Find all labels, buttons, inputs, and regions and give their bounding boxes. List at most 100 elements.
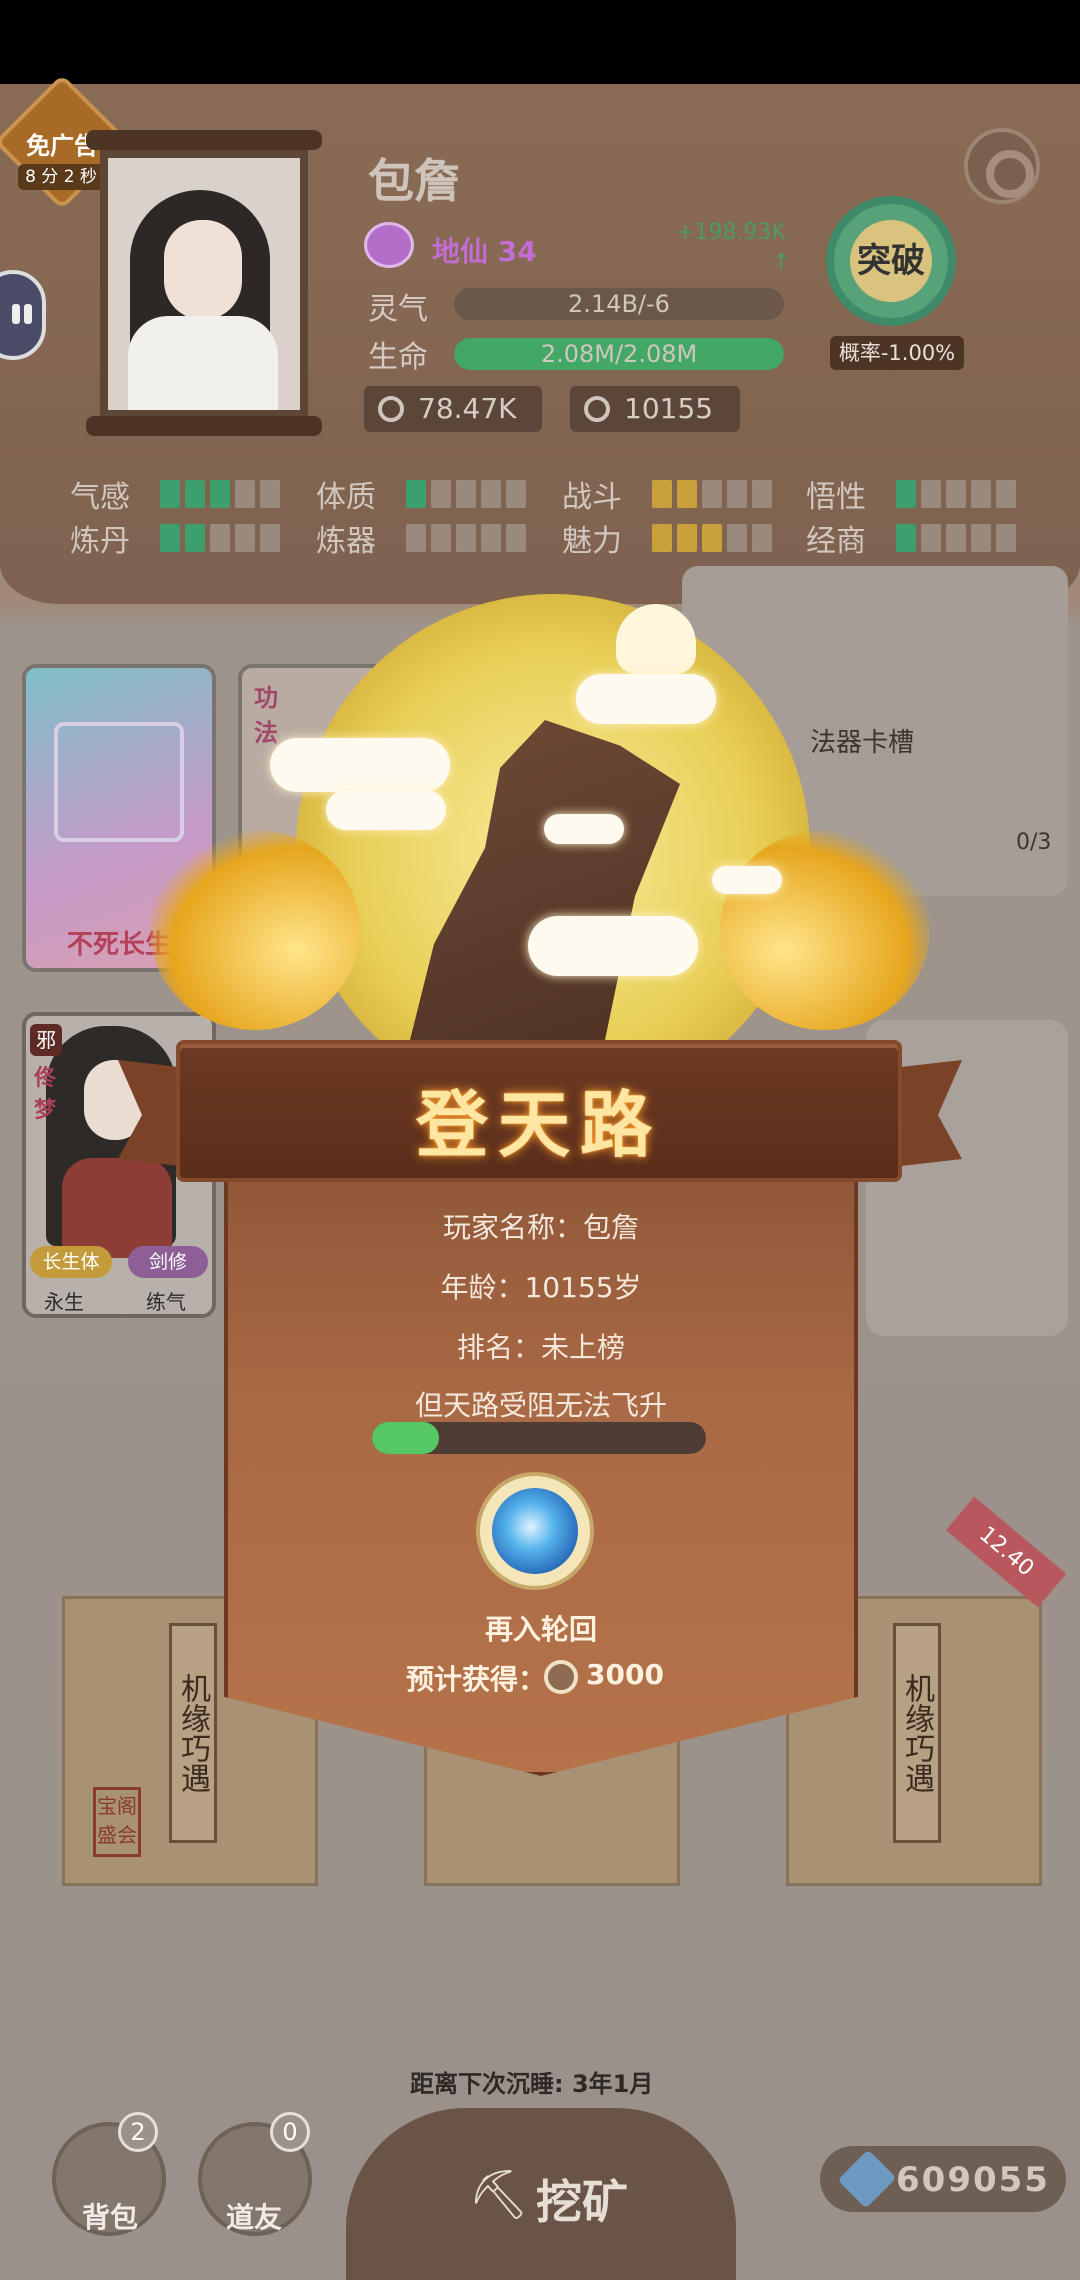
attribute-2: 战斗 bbox=[562, 472, 777, 516]
attribute-level-segment bbox=[210, 480, 230, 508]
mine-label: 挖矿 bbox=[536, 2175, 628, 2229]
attribute-6: 魅力 bbox=[562, 516, 777, 560]
lingqi-bar: 2.14B/-6 bbox=[454, 288, 784, 320]
book-icon bbox=[54, 722, 184, 842]
attribute-level-segment bbox=[677, 480, 697, 508]
attribute-label: 气感 bbox=[70, 480, 130, 515]
life-bar: 2.08M/2.08M bbox=[454, 338, 784, 370]
attribute-level-segment bbox=[996, 480, 1016, 508]
cloud-4 bbox=[528, 916, 698, 976]
attribute-level-segment bbox=[727, 480, 747, 508]
attribute-level-segment bbox=[971, 524, 991, 552]
attribute-5: 炼器 bbox=[316, 516, 531, 560]
gongfa-label: 功法 bbox=[254, 684, 278, 747]
attribute-level-segment bbox=[652, 524, 672, 552]
attribute-label: 炼丹 bbox=[70, 524, 130, 559]
attribute-level-segment bbox=[406, 480, 426, 508]
bag-count-badge: 2 bbox=[118, 2112, 158, 2152]
attribute-level-segment bbox=[946, 524, 966, 552]
attribute-level-segment bbox=[896, 480, 916, 508]
vortex-icon bbox=[492, 1488, 578, 1574]
sleep-countdown: 距离下次沉睡: 3年1月 bbox=[410, 2070, 654, 2098]
attribute-level-segment bbox=[896, 524, 916, 552]
attribute-level-segment bbox=[456, 524, 476, 552]
attribute-level-segment bbox=[431, 480, 451, 508]
status-bar bbox=[0, 0, 1080, 84]
breakthrough-label: 突破 bbox=[850, 220, 932, 302]
pause-button[interactable] bbox=[0, 270, 46, 360]
modal-player-name: 玩家名称：包詹 bbox=[442, 1211, 639, 1244]
age-stat: 10155 bbox=[570, 386, 740, 432]
attribute-level-segment bbox=[456, 480, 476, 508]
lingqi-value: 2.14B/-6 bbox=[568, 290, 670, 318]
attribute-level-segment bbox=[160, 524, 180, 552]
attribute-level-segment bbox=[921, 524, 941, 552]
attribute-level-segment bbox=[481, 524, 501, 552]
artifact-slot-label: 法器卡槽 bbox=[810, 728, 915, 758]
attribute-7: 经商 bbox=[806, 516, 1021, 560]
attribute-label: 炼器 bbox=[316, 524, 376, 559]
tree-illustration bbox=[616, 604, 696, 674]
realm-icon bbox=[364, 222, 414, 268]
flame-right bbox=[720, 830, 930, 1030]
attribute-1: 体质 bbox=[316, 472, 531, 516]
attribute-label: 悟性 bbox=[806, 480, 866, 515]
attribute-3: 悟性 bbox=[806, 472, 1021, 516]
life-value: 2.08M/2.08M bbox=[540, 340, 698, 368]
companion-name: 佟梦 bbox=[34, 1066, 57, 1123]
reward-label: 预计获得： bbox=[406, 1663, 547, 1696]
cloud-3 bbox=[326, 790, 446, 830]
attribute-level-segment bbox=[431, 524, 451, 552]
modal-age: 年龄：10155岁 bbox=[440, 1271, 642, 1304]
cloud-2 bbox=[576, 674, 716, 724]
cloud-6 bbox=[544, 814, 624, 844]
flame-left bbox=[150, 830, 360, 1030]
attack-stat: 78.47K bbox=[364, 386, 542, 432]
gear-icon[interactable] bbox=[964, 128, 1040, 204]
attribute-0: 气感 bbox=[70, 472, 285, 516]
friends-label: 道友 bbox=[226, 2201, 283, 2234]
attribute-level-segment bbox=[752, 524, 772, 552]
attribute-level-segment bbox=[702, 480, 722, 508]
up-arrow-icon: ↑ bbox=[772, 250, 791, 275]
friends-count-badge: 0 bbox=[270, 2112, 310, 2152]
breakthrough-button[interactable]: 突破 bbox=[826, 196, 956, 326]
attribute-level-segment bbox=[481, 480, 501, 508]
attribute-level-segment bbox=[406, 524, 426, 552]
attribute-level-segment bbox=[677, 524, 697, 552]
attribute-level-segment bbox=[185, 524, 205, 552]
portrait-robe bbox=[128, 316, 278, 410]
ad-free-timer: 8 分 2 秒 bbox=[18, 164, 104, 190]
attribute-level-segment bbox=[996, 524, 1016, 552]
artifact-slot-count: 0/3 bbox=[1016, 830, 1052, 855]
modal-title: 登天路 bbox=[415, 1082, 662, 1167]
attribute-level-segment bbox=[946, 480, 966, 508]
lingqi-label: 灵气 bbox=[368, 292, 428, 327]
companion-badge: 邪 bbox=[30, 1024, 62, 1056]
attribute-level-segment bbox=[752, 480, 772, 508]
ascension-progress bbox=[372, 1422, 706, 1454]
attribute-label: 经商 bbox=[806, 524, 866, 559]
attack-icon bbox=[378, 396, 404, 422]
reincarnate-label[interactable]: 再入轮回 bbox=[224, 1608, 858, 1648]
pause-icon bbox=[12, 304, 20, 324]
attribute-level-segment bbox=[235, 524, 255, 552]
pack-left-text: 机缘巧遇 bbox=[169, 1623, 217, 1843]
attribute-level-segment bbox=[921, 480, 941, 508]
reward-value: 3000 bbox=[586, 1658, 664, 1691]
attribute-level-segment bbox=[727, 524, 747, 552]
pack-stamp: 宝阁盛会 bbox=[93, 1787, 141, 1857]
scroll-rod-top bbox=[86, 130, 322, 150]
attribute-level-segment bbox=[702, 524, 722, 552]
attribute-level-segment bbox=[971, 480, 991, 508]
modal-note: 但天路受阻无法飞升 bbox=[414, 1389, 667, 1422]
attribute-level-segment bbox=[260, 524, 280, 552]
life-label: 生命 bbox=[368, 340, 428, 375]
modal-rank: 排名：未上榜 bbox=[456, 1331, 625, 1364]
portrait-face bbox=[164, 220, 242, 320]
companion-tag-class: 剑修 bbox=[128, 1246, 208, 1278]
pack-right-text: 机缘巧遇 bbox=[893, 1623, 941, 1843]
swirl-currency-icon bbox=[544, 1660, 578, 1694]
companion-dress bbox=[62, 1158, 172, 1258]
companion-tag-body: 长生体 bbox=[30, 1246, 112, 1278]
